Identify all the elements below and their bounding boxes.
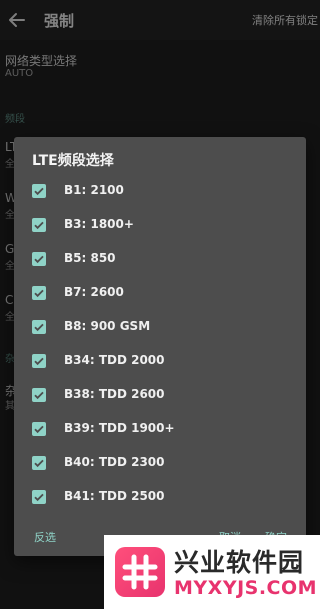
band-option[interactable]: B5: 850 — [30, 242, 290, 276]
band-option[interactable]: B34: TDD 2000 — [30, 344, 290, 378]
watermark: 兴业软件园 MYXYJS.COM — [104, 535, 320, 609]
band-option-label: B40: TDD 2300 — [64, 455, 165, 469]
check-icon — [34, 425, 44, 434]
band-option-label: B38: TDD 2600 — [64, 387, 165, 401]
checkbox[interactable] — [32, 456, 46, 470]
checkbox[interactable] — [32, 286, 46, 300]
invert-selection-button[interactable]: 反选 — [34, 529, 56, 545]
check-icon — [34, 493, 44, 502]
check-icon — [34, 459, 44, 468]
check-icon — [34, 357, 44, 366]
checkbox[interactable] — [32, 422, 46, 436]
band-option[interactable]: B38: TDD 2600 — [30, 378, 290, 412]
checkbox[interactable] — [32, 490, 46, 504]
watermark-logo — [115, 547, 165, 597]
band-option-label: B34: TDD 2000 — [64, 353, 165, 367]
lte-band-dialog: LTE频段选择 B1: 2100 B3: 1800+ B5: 850 B7: 2… — [14, 137, 306, 556]
check-icon — [34, 187, 44, 196]
band-option-label: B1: 2100 — [64, 183, 124, 197]
band-option[interactable]: B8: 900 GSM — [30, 310, 290, 344]
checkbox[interactable] — [32, 388, 46, 402]
band-option-label: B39: TDD 1900+ — [64, 421, 175, 435]
band-option-label: B5: 850 — [64, 251, 116, 265]
band-option-label: B41: TDD 2500 — [64, 489, 165, 503]
checkbox[interactable] — [32, 218, 46, 232]
check-icon — [34, 323, 44, 332]
band-option[interactable]: B7: 2600 — [30, 276, 290, 310]
band-option-label: B3: 1800+ — [64, 217, 134, 231]
checkbox[interactable] — [32, 354, 46, 368]
check-icon — [34, 221, 44, 230]
band-option[interactable]: B1: 2100 — [30, 174, 290, 208]
checkbox[interactable] — [32, 320, 46, 334]
hash-logo-icon — [122, 554, 158, 590]
check-icon — [34, 289, 44, 298]
band-option[interactable]: B41: TDD 2500 — [30, 480, 290, 514]
check-icon — [34, 255, 44, 264]
band-option[interactable]: B40: TDD 2300 — [30, 446, 290, 480]
band-option-label: B7: 2600 — [64, 285, 124, 299]
watermark-name: 兴业软件园 — [174, 548, 305, 577]
checkbox[interactable] — [32, 252, 46, 266]
dialog-title: LTE频段选择 — [32, 153, 114, 169]
check-icon — [34, 391, 44, 400]
band-option-label: B8: 900 GSM — [64, 319, 151, 333]
watermark-url: MYXYJS.COM — [174, 577, 318, 599]
band-option[interactable]: B3: 1800+ — [30, 208, 290, 242]
checkbox[interactable] — [32, 184, 46, 198]
band-option[interactable]: B39: TDD 1900+ — [30, 412, 290, 446]
